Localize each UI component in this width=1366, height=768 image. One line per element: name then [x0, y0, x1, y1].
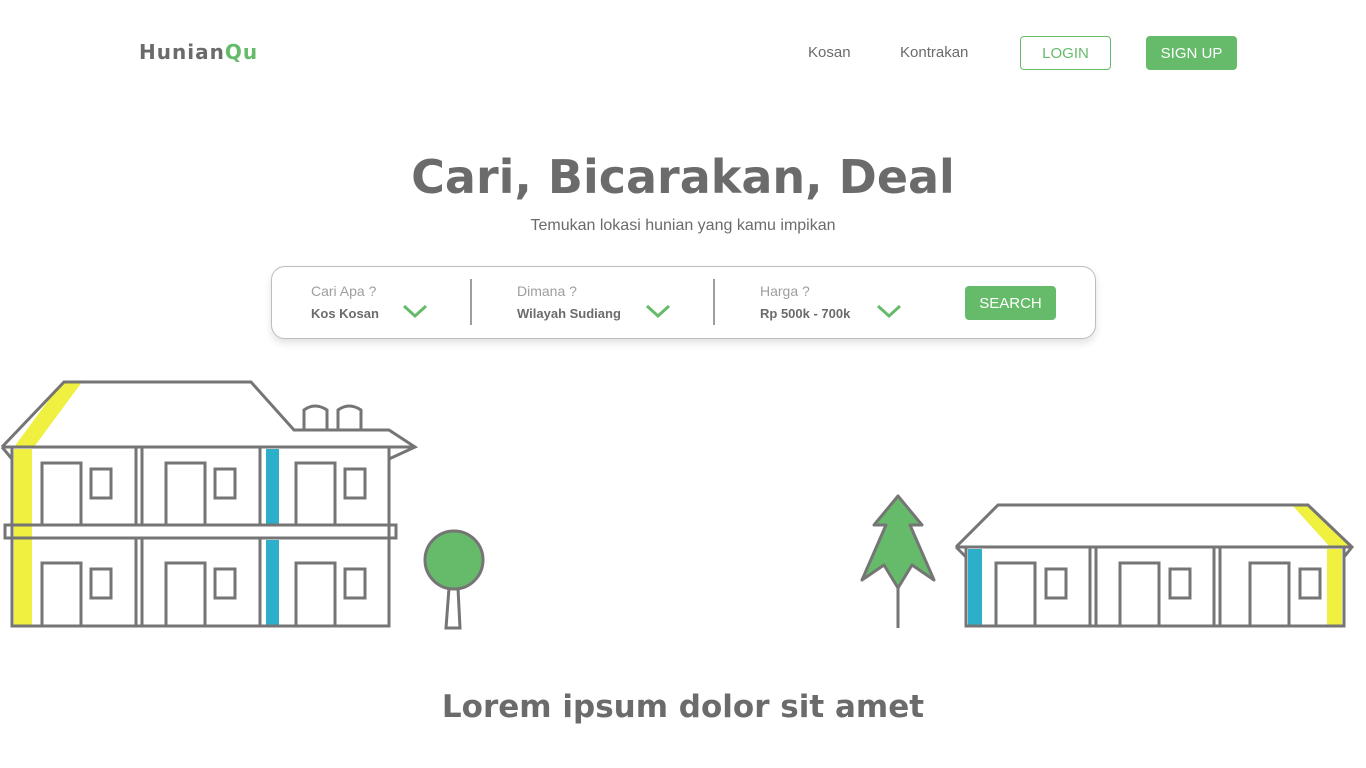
- search-field-type-value: Kos Kosan: [311, 306, 379, 321]
- nav-link-kosan[interactable]: Kosan: [808, 44, 851, 61]
- nav-link-kontrakan[interactable]: Kontrakan: [900, 44, 968, 61]
- search-field-price-label: Harga ?: [760, 283, 810, 299]
- login-button[interactable]: LOGIN: [1020, 36, 1111, 70]
- search-field-type-label: Cari Apa ?: [311, 283, 377, 299]
- single-story-house-illustration: [954, 503, 1355, 628]
- two-story-house-illustration: [0, 380, 419, 628]
- hero-subtitle: Temukan lokasi hunian yang kamu impikan: [530, 217, 836, 234]
- search-bar: Cari Apa ? Kos Kosan Dimana ? Wilayah Su…: [271, 266, 1096, 339]
- search-field-location-value: Wilayah Sudiang: [517, 306, 621, 321]
- search-field-price-value: Rp 500k - 700k: [760, 306, 851, 321]
- search-field-type[interactable]: Cari Apa ? Kos Kosan: [311, 281, 431, 325]
- houses-illustration: [0, 380, 1355, 630]
- search-field-price[interactable]: Harga ? Rp 500k - 700k: [760, 281, 910, 325]
- navbar: HunianQu Kosan Kontrakan LOGIN SIGN UP: [0, 0, 1366, 106]
- signup-button[interactable]: SIGN UP: [1146, 36, 1237, 70]
- search-field-location[interactable]: Dimana ? Wilayah Sudiang: [517, 281, 677, 325]
- search-button[interactable]: SEARCH: [965, 286, 1056, 320]
- chevron-down-icon[interactable]: [645, 303, 671, 319]
- section-title: Lorem ipsum dolor sit amet: [441, 689, 925, 725]
- logo-main-text: Hunian: [139, 40, 225, 64]
- logo-accent-text: Qu: [224, 40, 259, 64]
- pine-tree-illustration: [860, 494, 936, 628]
- hero-title: Cari, Bicarakan, Deal: [411, 150, 955, 204]
- search-field-location-label: Dimana ?: [517, 283, 577, 299]
- search-divider: [713, 279, 715, 325]
- chevron-down-icon[interactable]: [876, 303, 902, 319]
- brand-logo[interactable]: HunianQu: [139, 40, 258, 64]
- search-divider: [470, 279, 472, 325]
- chevron-down-icon[interactable]: [402, 303, 428, 319]
- round-tree-illustration: [423, 529, 485, 630]
